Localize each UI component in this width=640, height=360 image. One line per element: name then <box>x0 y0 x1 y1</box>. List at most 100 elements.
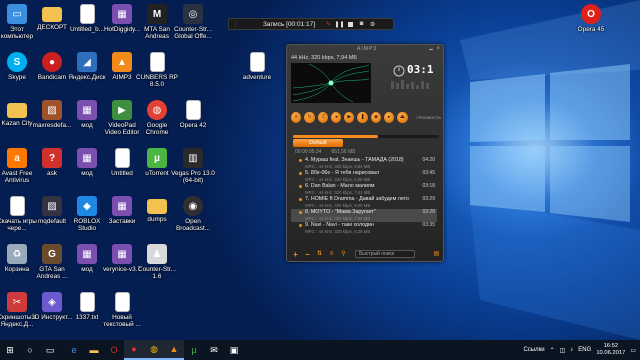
recording-toolbar[interactable]: ⋮ Запись [00:01:17] ✎ ❚❚ ◙ ⚙ <box>228 18 394 30</box>
track-bullet-icon <box>299 185 302 188</box>
language-indicator[interactable]: ENG <box>578 347 591 353</box>
track-duration: 03:35 <box>422 222 435 228</box>
search-input[interactable]: Быстрый поиск <box>355 250 415 258</box>
track-details: MP3 :: 44 kHz, 320 kbps, 9,84 MB <box>305 164 371 169</box>
image-icon: ▨ <box>42 196 62 216</box>
explorer-icon[interactable]: ▬ <box>84 340 104 360</box>
archive-icon: ▦ <box>77 244 97 264</box>
add-icon[interactable]: + <box>291 250 300 259</box>
search-icon[interactable]: ○ <box>20 340 40 360</box>
start-icon[interactable]: ⊞ <box>0 340 20 360</box>
chrome-icon[interactable]: ◍ <box>144 340 164 360</box>
tray-chevron-icon[interactable]: ⌃ <box>550 347 555 354</box>
shuffle-icon[interactable]: ⤮ <box>317 111 328 123</box>
desktop: ▭ Этот компьютер ДЕСКОРТ Untitled_b... ▦ HotD… <box>0 0 640 340</box>
desktop-icon[interactable]: ♟ Counter-Str... 1.6 <box>136 242 178 288</box>
playlist[interactable]: 4. Мураш feat. Знаешь - ТАМАДА (2018) MP3… <box>291 157 437 255</box>
image-icon: ▨ <box>42 100 62 120</box>
3d-icon: ◈ <box>42 292 62 312</box>
archive-icon: ▦ <box>112 244 132 264</box>
computer-icon: ▭ <box>7 4 27 24</box>
desktop-icon[interactable]: Новый текстовый ... <box>101 290 143 336</box>
playlist-size: 651,56 МБ <box>331 149 356 155</box>
obs-icon: ◉ <box>183 196 203 216</box>
taskbar: ⊞ ○ ▭ e ▬ O ● ◍ ▲ µ ✉ ▣ Ссылки ⌃ ◫ ♪ ENG 16:52 10.0… <box>0 340 640 360</box>
csgo-icon: ◎ <box>183 4 203 24</box>
search-icon[interactable]: ⚲ <box>339 250 348 259</box>
opera-icon[interactable]: O <box>104 340 124 360</box>
playlist-track[interactable]: 7. HOMIE ft Dramma - Давай забудем лето M… <box>291 196 437 209</box>
track-bullet-icon <box>299 172 302 175</box>
network-icon[interactable]: ◫ <box>560 347 566 354</box>
pause-icon[interactable]: ❚ <box>357 111 368 123</box>
desktop-icon[interactable]: ◎ Counter-Str... Global Offe... <box>172 2 214 48</box>
camera-icon[interactable]: ◙ <box>358 21 365 28</box>
utorrent-icon[interactable]: µ <box>184 340 204 360</box>
grip-icon[interactable]: ⋮ <box>232 21 239 28</box>
playlist-settings-icon[interactable]: ▤ <box>432 250 441 259</box>
mail-icon[interactable]: ✉ <box>204 340 224 360</box>
playlist-track[interactable]: 4. Мураш feat. Знаешь - ТАМАДА (2018) MP3… <box>291 157 437 170</box>
store-icon[interactable]: ▣ <box>224 340 244 360</box>
pause-icon[interactable]: ❚❚ <box>335 21 345 28</box>
playlist-tab[interactable]: Default <box>293 139 343 147</box>
desktop-icon[interactable]: ◉ Open Broadcast... <box>172 194 214 240</box>
volume-icon[interactable]: ♪ <box>570 347 573 353</box>
pencil-icon[interactable]: ✎ <box>325 21 332 28</box>
aimp-icon[interactable]: ▲ <box>164 340 184 360</box>
archive-icon: ▦ <box>77 148 97 168</box>
track-duration: 04:20 <box>422 157 435 163</box>
document-icon <box>114 148 130 168</box>
videopad-icon: ▶ <box>112 100 132 120</box>
playlist-track[interactable]: 5. 80e-06e - Я тебя нарисовал MP3 :: 44 k… <box>291 170 437 183</box>
repeat-icon[interactable]: ↻ <box>304 111 315 123</box>
playlist-track[interactable]: 9. Navi - Navi - таки холодин MP3 :: 44 k… <box>291 222 437 235</box>
aimp-player-window[interactable]: AIMP3 × 44 kHz, 320 kbps, 7,94 МБ 03:1 ≡… <box>286 44 444 262</box>
player-titlebar[interactable]: AIMP3 × <box>287 45 443 53</box>
recording-status: Запись [00:01:17] <box>263 20 316 28</box>
avast-icon: a <box>7 148 27 168</box>
menu-icon[interactable]: ≡ <box>327 250 336 259</box>
desktop-icon[interactable]: adventure <box>236 50 278 96</box>
desktop-icon[interactable]: Opera 42 <box>172 98 214 144</box>
desktop-icon-label: Counter-Str... 1.6 <box>137 266 176 280</box>
stop-icon[interactable]: ■ <box>370 111 381 123</box>
previous-icon[interactable]: ◂ <box>330 111 342 123</box>
close-icon[interactable]: × <box>436 46 440 52</box>
desktop-icon[interactable]: O Opera 45 <box>570 2 612 48</box>
desktop-icon[interactable]: ▥ Vegas Pro 13.0 (64-bit) <box>171 146 215 192</box>
links-label[interactable]: Ссылки <box>523 347 544 353</box>
document-icon <box>79 292 95 312</box>
player-logo: AIMP3 <box>357 46 378 52</box>
edge-icon[interactable]: e <box>64 340 84 360</box>
ask-icon: ? <box>42 148 62 168</box>
playlist-track[interactable]: 6. Dan Balan - Мало малиям MP3 :: 44 kHz,… <box>291 183 437 196</box>
task-view-icon[interactable]: ▭ <box>40 340 60 360</box>
playlist-track[interactable]: 8. MOYTO - "Мама Заругает" MP3 :: 44 kHz,… <box>291 209 437 222</box>
desktop-icon-label: Open Broadcast... <box>175 218 211 232</box>
open-icon[interactable]: ⏏ <box>397 111 408 123</box>
bandicam-icon[interactable]: ● <box>124 340 144 360</box>
track-duration: 03:28 <box>422 209 435 215</box>
next-icon[interactable]: ▸ <box>383 111 395 123</box>
playback-controls: ≡ ↻ ⤮ ◂ ▶ ❚ ■ ▸ ⏏ ГРОМКОСТЬ <box>291 107 441 127</box>
playlist-duration: 00:00:05:24 <box>295 149 322 155</box>
remove-icon[interactable]: − <box>303 250 312 259</box>
notifications-icon[interactable]: ▭ <box>630 347 636 354</box>
archive-icon: ▦ <box>77 100 97 120</box>
cs16-icon: ♟ <box>147 244 167 264</box>
track-bullet-icon <box>299 224 302 227</box>
minimize-icon[interactable] <box>429 48 434 50</box>
play-icon[interactable]: ▶ <box>344 111 355 123</box>
clock[interactable]: 16:52 10.06.2017 <box>596 343 625 357</box>
settings-icon[interactable]: ⚙ <box>369 21 376 28</box>
eq-icon[interactable]: ≡ <box>291 111 302 123</box>
track-details: MP3 :: 44 kHz, 320 kbps, 8,58 MB <box>305 177 371 182</box>
track-title: 5. 80e-06e - Я тебя нарисовал <box>305 170 380 176</box>
folder-icon <box>147 199 167 214</box>
seek-bar[interactable] <box>293 135 439 138</box>
sort-icon[interactable]: ⇅ <box>315 250 324 259</box>
desktop-icon[interactable]: CUNBERS RP 8.5.0 <box>136 50 178 96</box>
taskbar-items: ⊞ ○ ▭ e ▬ O ● ◍ ▲ µ ✉ ▣ <box>0 340 244 360</box>
stop-icon[interactable] <box>347 21 354 28</box>
